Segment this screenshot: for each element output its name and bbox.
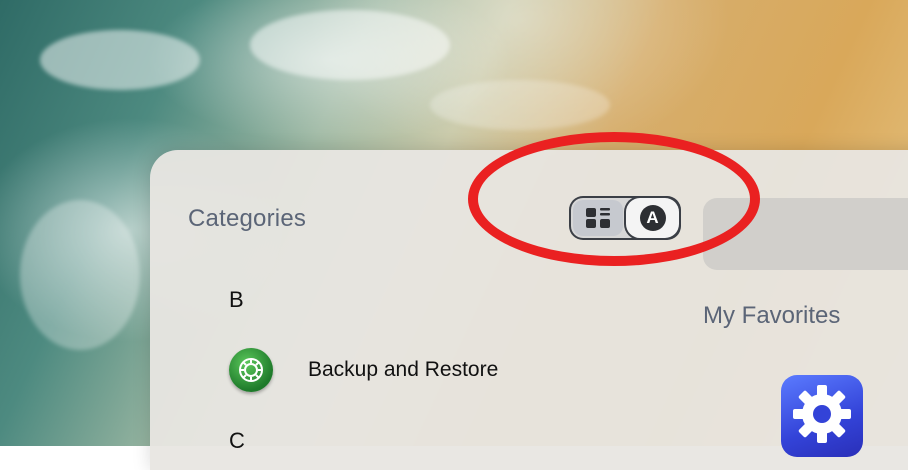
app-label: Backup and Restore — [308, 358, 499, 381]
backup-restore-icon — [229, 348, 273, 392]
section-letter-c: C — [229, 428, 245, 453]
wave-foam — [40, 30, 200, 90]
favorites-heading: My Favorites — [703, 302, 841, 329]
settings-gear-icon — [793, 385, 851, 443]
wave-foam — [430, 80, 610, 130]
highlight-circle-annotation — [468, 132, 760, 266]
favorite-settings-app[interactable] — [781, 375, 863, 457]
wave-foam — [20, 200, 140, 350]
section-letter-b: B — [229, 287, 244, 312]
app-item-backup-and-restore[interactable]: Backup and Restore — [229, 348, 498, 392]
categories-heading: Categories — [188, 205, 307, 232]
wave-foam — [250, 10, 450, 80]
